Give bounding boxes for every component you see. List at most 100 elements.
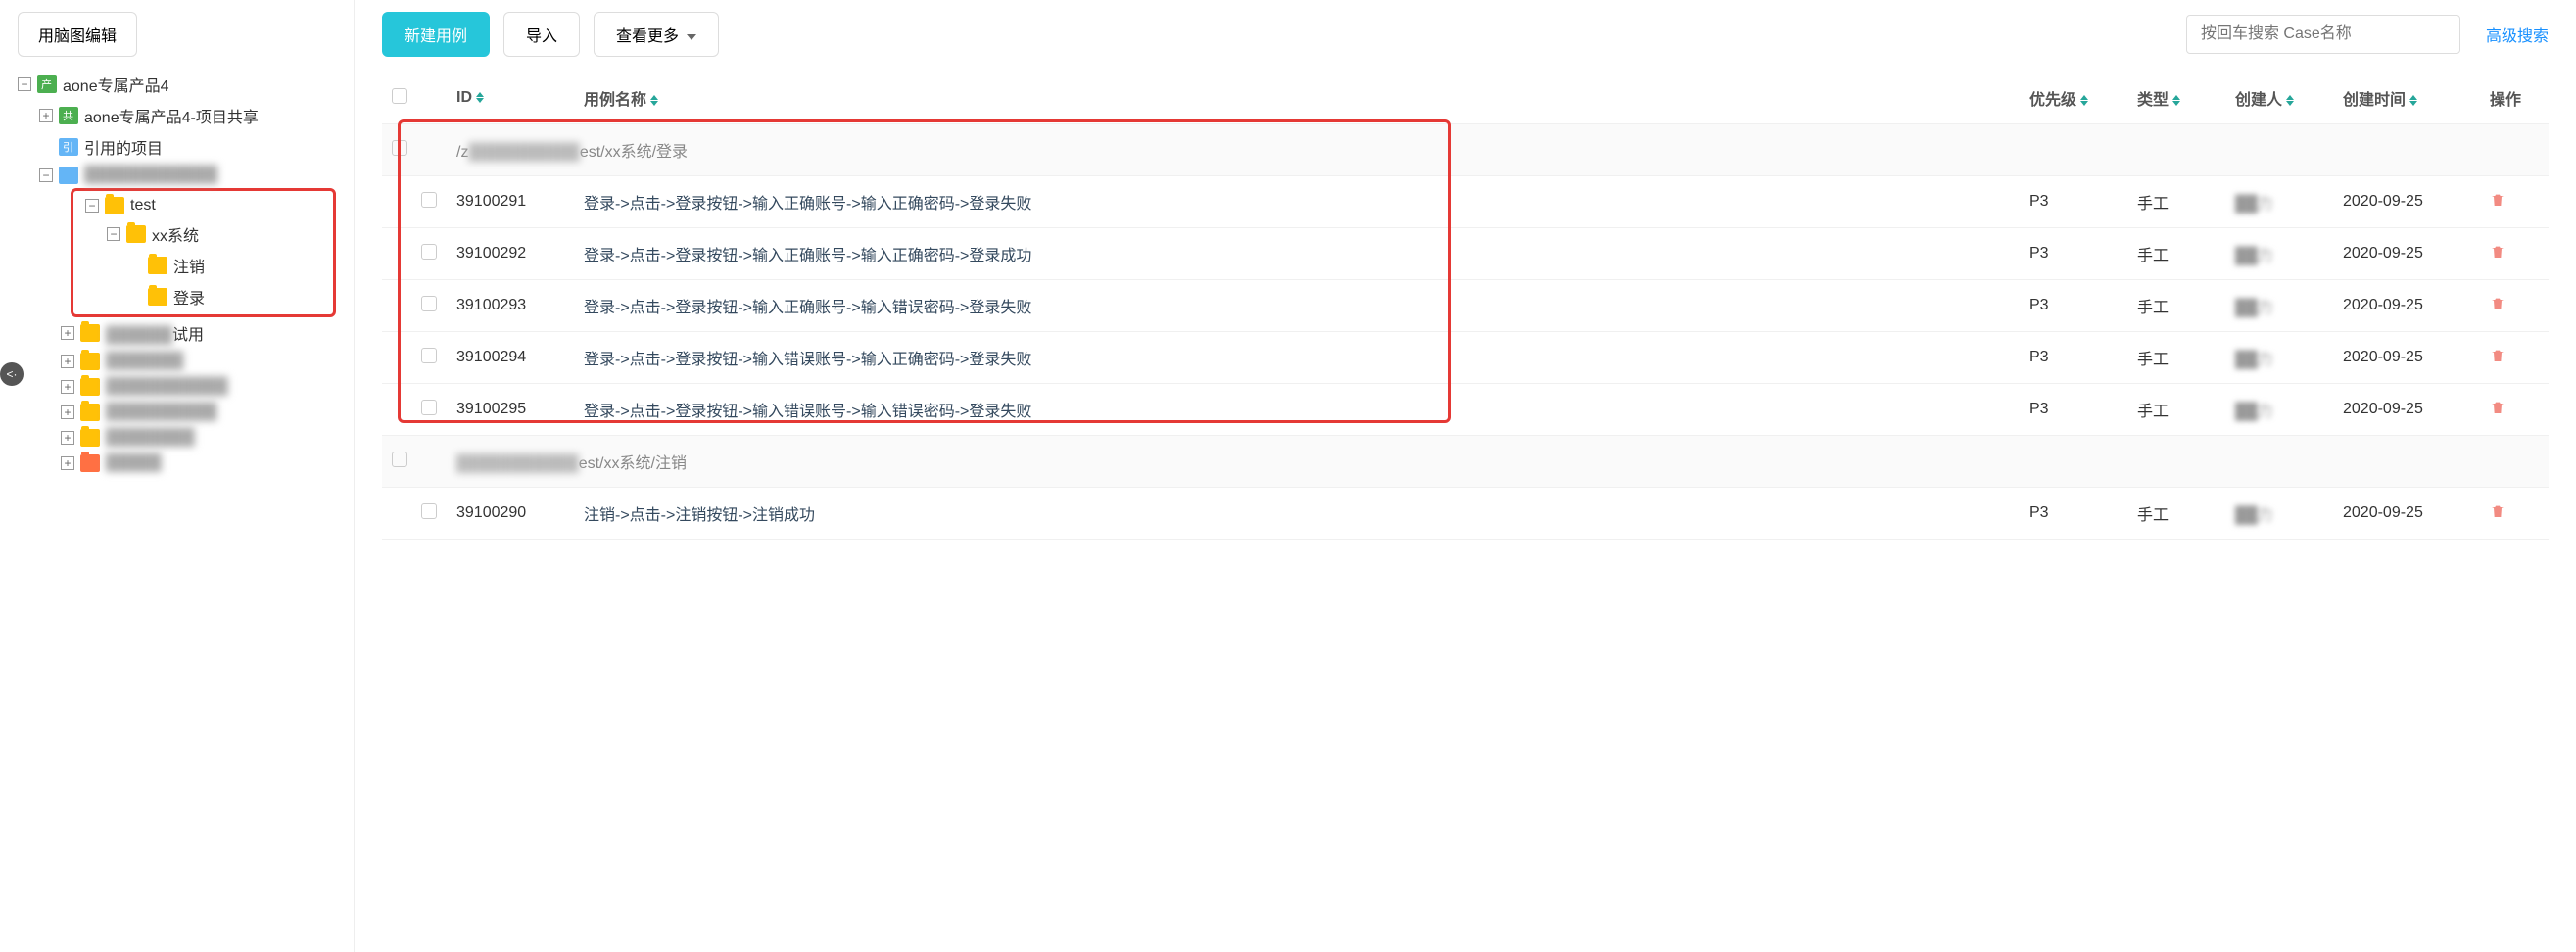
tree-label[interactable]: 注销 [173, 254, 333, 277]
expand-icon[interactable]: + [39, 109, 53, 122]
case-name-link[interactable]: 注销->点击->注销按钮->注销成功 [584, 507, 815, 524]
tree-label[interactable]: aone专属产品4 [63, 72, 336, 96]
tree-other[interactable]: + ████████ [18, 425, 336, 451]
delete-icon[interactable] [2490, 502, 2505, 520]
row-checkbox[interactable] [421, 244, 437, 260]
collapse-icon[interactable]: − [39, 168, 53, 182]
header-name[interactable]: 用例名称 [574, 72, 2020, 124]
row-checkbox[interactable] [392, 140, 407, 156]
delete-icon[interactable] [2490, 295, 2505, 312]
expand-icon[interactable]: + [61, 380, 74, 394]
cell-creator: ██力 [2235, 300, 2273, 316]
group-path: /z██████████est/xx系统/登录 [456, 144, 688, 161]
search-input[interactable] [2186, 15, 2460, 54]
tree-share[interactable]: + aone专属产品4-项目共享 [18, 100, 336, 131]
delete-icon[interactable] [2490, 399, 2505, 416]
header-creator[interactable]: 创建人 [2225, 72, 2333, 124]
tree-other[interactable]: + ███████ [18, 349, 336, 374]
tree-root[interactable]: − aone专属产品4 [18, 69, 336, 100]
expand-icon[interactable]: + [61, 326, 74, 340]
select-all-checkbox[interactable] [392, 88, 407, 104]
tree-label[interactable]: ███████████ [106, 378, 336, 396]
main: 新建用例 导入 查看更多 高级搜索 ID 用例名称 优先级 类型 创建人 创建时… [355, 0, 2576, 952]
header-type[interactable]: 类型 [2127, 72, 2225, 124]
view-more-button[interactable]: 查看更多 [594, 12, 719, 57]
tree-other[interactable]: + ██████试用 [18, 317, 336, 349]
expand-icon[interactable]: + [61, 431, 74, 445]
side-collapse-tab[interactable]: <· [0, 362, 24, 386]
cell-creator: ██力 [2235, 404, 2273, 420]
tree-label[interactable]: aone专属产品4-项目共享 [84, 104, 336, 127]
header-priority[interactable]: 优先级 [2020, 72, 2127, 124]
sort-icon[interactable] [2080, 95, 2088, 106]
tree-test[interactable]: − test [73, 193, 333, 218]
cell-id: 39100295 [447, 384, 574, 436]
cell-id: 39100293 [447, 280, 574, 332]
tree-label[interactable]: ██████████ [106, 404, 336, 421]
table-group-row: ███████████est/xx系统/注销 [382, 436, 2549, 488]
delete-icon[interactable] [2490, 347, 2505, 364]
row-checkbox[interactable] [421, 348, 437, 363]
advanced-search-link[interactable]: 高级搜索 [2486, 23, 2549, 46]
cell-priority: P3 [2020, 488, 2127, 540]
tree-label[interactable]: ████████████ [84, 167, 336, 184]
header-created-at[interactable]: 创建时间 [2333, 72, 2480, 124]
case-name-link[interactable]: 登录->点击->登录按钮->输入正确账号->输入正确密码->登录失败 [584, 196, 1031, 213]
tree-label[interactable]: 引用的项目 [84, 135, 336, 159]
sort-icon[interactable] [650, 95, 658, 106]
row-checkbox[interactable] [421, 296, 437, 311]
row-checkbox[interactable] [421, 400, 437, 415]
tree-label[interactable]: xx系统 [152, 222, 333, 246]
collapse-icon[interactable]: − [107, 227, 120, 241]
new-case-button[interactable]: 新建用例 [382, 12, 490, 57]
row-checkbox[interactable] [421, 192, 437, 208]
folder-icon [148, 288, 167, 306]
case-name-link[interactable]: 登录->点击->登录按钮->输入错误账号->输入正确密码->登录失败 [584, 352, 1031, 368]
tree-label[interactable]: █████ [106, 454, 336, 472]
tree-label[interactable]: ███████ [106, 353, 336, 370]
tree-login[interactable]: 登录 [73, 281, 333, 312]
cell-type: 手工 [2127, 384, 2225, 436]
expand-icon[interactable]: + [61, 456, 74, 470]
tree-logout[interactable]: 注销 [73, 250, 333, 281]
sort-icon[interactable] [2172, 95, 2180, 106]
cell-creator: ██力 [2235, 196, 2273, 213]
cell-id: 39100294 [447, 332, 574, 384]
tree-label[interactable]: test [130, 197, 333, 214]
case-name-link[interactable]: 登录->点击->登录按钮->输入正确账号->输入错误密码->登录失败 [584, 300, 1031, 316]
expand-icon[interactable]: + [61, 355, 74, 368]
tree-referenced[interactable]: 引用的项目 [18, 131, 336, 163]
delete-icon[interactable] [2490, 243, 2505, 261]
toolbar: 新建用例 导入 查看更多 高级搜索 [382, 12, 2549, 57]
tree-other[interactable]: + ███████████ [18, 374, 336, 400]
header-id[interactable]: ID [447, 72, 574, 124]
expand-icon[interactable]: + [61, 405, 74, 419]
import-button[interactable]: 导入 [503, 12, 580, 57]
tree-xxsys[interactable]: − xx系统 [73, 218, 333, 250]
delete-icon[interactable] [2490, 191, 2505, 209]
cell-id: 39100292 [447, 228, 574, 280]
cell-created-at: 2020-09-25 [2333, 176, 2480, 228]
case-name-link[interactable]: 登录->点击->登录按钮->输入错误账号->输入错误密码->登录失败 [584, 404, 1031, 420]
collapse-icon[interactable]: − [85, 199, 99, 213]
cell-priority: P3 [2020, 280, 2127, 332]
sort-icon[interactable] [2409, 95, 2417, 106]
tree-other[interactable]: + █████ [18, 451, 336, 476]
header-op: 操作 [2480, 72, 2549, 124]
mindmap-edit-button[interactable]: 用脑图编辑 [18, 12, 137, 57]
tree-label[interactable]: 登录 [173, 285, 333, 309]
group-path: ███████████est/xx系统/注销 [456, 455, 687, 472]
highlight-box: − test − xx系统 注销 登录 [71, 188, 336, 317]
row-checkbox[interactable] [392, 452, 407, 467]
cell-creator: ██力 [2235, 507, 2273, 524]
tree-blurred-1[interactable]: − ████████████ [18, 163, 336, 188]
cell-creator: ██力 [2235, 352, 2273, 368]
case-name-link[interactable]: 登录->点击->登录按钮->输入正确账号->输入正确密码->登录成功 [584, 248, 1031, 264]
cell-priority: P3 [2020, 384, 2127, 436]
tree-label[interactable]: ████████ [106, 429, 336, 447]
row-checkbox[interactable] [421, 503, 437, 519]
tree-other[interactable]: + ██████████ [18, 400, 336, 425]
collapse-icon[interactable]: − [18, 77, 31, 91]
sort-icon[interactable] [2286, 95, 2294, 106]
sort-icon[interactable] [476, 92, 484, 103]
